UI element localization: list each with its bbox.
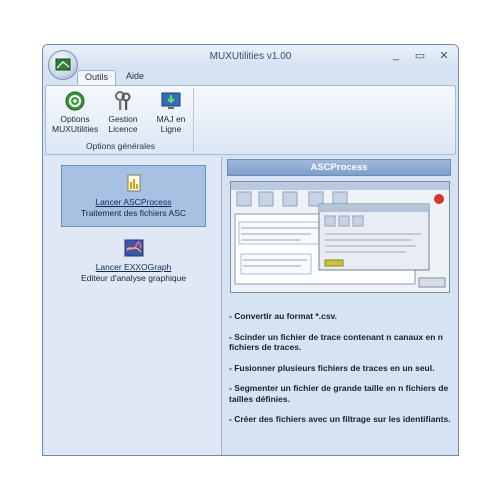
license-button-label-line1: Gestion	[108, 114, 138, 124]
maximize-button[interactable]: ▭	[414, 49, 426, 62]
online-update-button[interactable]: MAJ en Ligne	[148, 90, 194, 138]
panel-header: ASCProcess	[227, 159, 451, 176]
preview-illustration	[231, 182, 449, 288]
app-window: MUXUtilities v1.00 _ ▭ ✕ Outils Aide Opt…	[42, 44, 459, 456]
launcher-exxograph[interactable]: Lancer EXXOGraph Editeur d'analyse graph…	[61, 231, 206, 293]
options-button-label-line2: MUXUtilities	[52, 124, 99, 134]
feature-item: - Scinder un fichier de trace contenant …	[229, 331, 443, 353]
tab-aide[interactable]: Aide	[119, 70, 151, 85]
online-update-label-line2: Ligne	[160, 124, 182, 134]
minimize-button[interactable]: _	[390, 49, 402, 62]
main-content: Lancer ASCProcess Traitement des fichier…	[45, 157, 456, 455]
ribbon-group-options: Options MUXUtilities Gestion Licence MAJ…	[48, 88, 194, 152]
tab-outils[interactable]: Outils	[77, 70, 117, 85]
ribbon: Options MUXUtilities Gestion Licence MAJ…	[45, 85, 456, 155]
feature-item: - Convertir au format *.csv.	[229, 311, 338, 321]
ascprocess-preview-screenshot	[230, 181, 450, 293]
options-button-label-line1: Options	[60, 114, 90, 124]
license-button-label-line2: Licence	[108, 124, 138, 134]
launcher-ascprocess-title[interactable]: Lancer ASCProcess	[62, 197, 205, 208]
app-logo-icon	[55, 58, 71, 71]
title-bar: MUXUtilities v1.00 _ ▭ ✕	[43, 45, 458, 69]
graph-icon	[124, 239, 143, 257]
gear-icon	[65, 91, 85, 111]
ribbon-tabs: Outils Aide	[43, 69, 458, 85]
license-button[interactable]: Gestion Licence	[100, 90, 146, 138]
feature-item: - Segmenter un fichier de grande taille …	[229, 383, 449, 404]
launcher-exxograph-title[interactable]: Lancer EXXOGraph	[61, 262, 206, 273]
keys-icon	[115, 91, 131, 110]
launcher-pane: Lancer ASCProcess Traitement des fichier…	[45, 157, 222, 455]
document-icon	[127, 174, 140, 192]
online-update-label-line1: MAJ en	[156, 114, 186, 124]
feature-item: - Créer des fichiers avec un filtrage su…	[229, 414, 451, 424]
app-menu-button[interactable]	[48, 50, 78, 80]
close-button[interactable]: ✕	[438, 49, 450, 62]
ribbon-group-label: Options générales	[86, 141, 155, 151]
update-monitor-icon	[161, 92, 181, 109]
feature-item: - Fusionner plusieurs fichiers de traces…	[229, 362, 435, 373]
feature-description: - Convertir au format *.csv. - Scinder u…	[229, 311, 451, 435]
window-controls: _ ▭ ✕	[390, 49, 450, 62]
launcher-exxograph-subtitle: Editeur d'analyse graphique	[80, 273, 187, 283]
options-button[interactable]: Options MUXUtilities	[52, 90, 98, 138]
launcher-ascprocess[interactable]: Lancer ASCProcess Traitement des fichier…	[61, 165, 206, 227]
launcher-ascprocess-subtitle: Traitement des fichiers ASC	[80, 208, 187, 218]
detail-pane: ASCProcess - Convertir au format *.csv. …	[224, 157, 454, 455]
